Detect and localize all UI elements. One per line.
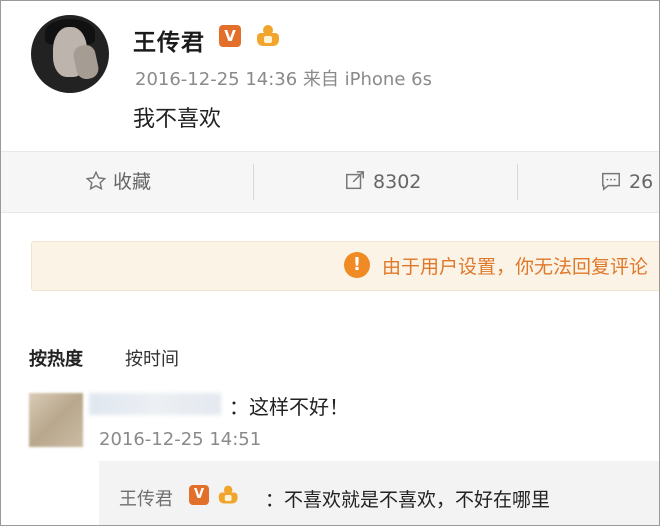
comment-count: 26 <box>629 171 654 193</box>
comment-time: 2016-12-25 14:51 <box>99 429 262 450</box>
comment-text: ：这样不好！ <box>229 395 349 419</box>
weibo-post-screen: 王传君 V 2016-12-25 14:36 来自 iPhone 6s 我不喜欢… <box>0 0 660 526</box>
verified-v-icon: V <box>189 485 209 505</box>
tab-sort-by-time[interactable]: 按时间 <box>125 345 179 371</box>
comment-button[interactable]: 26 <box>599 152 653 212</box>
post-text: 我不喜欢 <box>133 107 222 132</box>
divider <box>517 164 518 200</box>
notice-text: 由于用户设置，你无法回复评论 <box>382 256 649 278</box>
reply-username[interactable]: 王传君 <box>119 485 173 511</box>
tab-sort-by-hot[interactable]: 按热度 <box>29 345 83 371</box>
commenter-name-redacted[interactable] <box>89 393 221 415</box>
commenter-avatar[interactable] <box>29 393 83 447</box>
comment-icon <box>602 172 620 191</box>
reply-restriction-notice: ! 由于用户设置，你无法回复评论 <box>31 241 659 291</box>
divider <box>253 164 254 200</box>
favorite-label: 收藏 <box>113 171 152 193</box>
post-username[interactable]: 王传君 <box>133 23 205 57</box>
repost-icon <box>346 171 364 190</box>
repost-button[interactable]: 8302 <box>343 152 421 212</box>
user-avatar[interactable] <box>31 15 109 93</box>
warning-icon: ! <box>344 252 370 278</box>
repost-count: 8302 <box>373 171 422 193</box>
vip-crown-icon <box>217 485 241 505</box>
reply-text: ：不喜欢就是不喜欢，不好在哪里 <box>265 489 551 511</box>
verified-v-icon: V <box>219 25 241 47</box>
vip-crown-icon <box>255 25 283 47</box>
star-icon <box>85 170 107 191</box>
action-bar: 收藏 8302 26 <box>1 151 659 213</box>
favorite-button[interactable]: 收藏 <box>85 152 151 212</box>
post-meta: 2016-12-25 14:36 来自 iPhone 6s <box>135 69 432 90</box>
